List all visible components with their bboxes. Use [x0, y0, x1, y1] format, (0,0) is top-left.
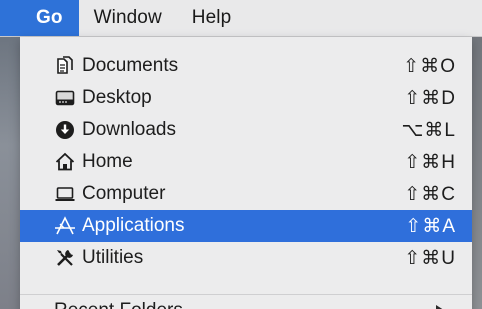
shortcut-label: ⇧⌘A	[405, 215, 456, 237]
documents-icon	[54, 55, 76, 77]
shortcut-label: ⇧⌘U	[404, 247, 456, 269]
menu-help[interactable]: Help	[177, 0, 246, 36]
menu-item-desktop[interactable]: Desktop ⇧⌘D	[20, 82, 472, 114]
downloads-icon	[54, 119, 76, 141]
computer-icon	[54, 183, 76, 205]
applications-icon	[54, 215, 76, 237]
screen: Go Window Help Documents ⇧⌘O Desktop ⇧⌘D…	[0, 0, 482, 309]
menu-window[interactable]: Window	[79, 0, 177, 36]
go-menu-dropdown: Documents ⇧⌘O Desktop ⇧⌘D Downloads ⌥⌘L …	[20, 37, 472, 309]
menu-item-utilities[interactable]: Utilities ⇧⌘U	[20, 242, 472, 274]
menu-item-applications[interactable]: Applications ⇧⌘A	[20, 210, 472, 242]
menu-item-computer[interactable]: Computer ⇧⌘C	[20, 178, 472, 210]
desktop-background-right	[472, 36, 482, 309]
menu-item-home[interactable]: Home ⇧⌘H	[20, 146, 472, 178]
submenu-arrow-icon	[436, 305, 447, 309]
desktop-icon	[54, 87, 76, 109]
desktop-background	[0, 36, 20, 309]
menu-separator	[20, 294, 472, 295]
shortcut-label: ⌥⌘L	[401, 119, 456, 141]
shortcut-label: ⇧⌘H	[404, 151, 456, 173]
utilities-icon	[54, 247, 76, 269]
menu-go[interactable]: Go	[0, 0, 79, 36]
menu-bar: Go Window Help	[0, 0, 482, 37]
menu-item-label: Utilities	[82, 247, 144, 268]
menu-item-label: Home	[82, 151, 133, 172]
menu-item-label: Computer	[82, 183, 166, 204]
menu-item-label: Documents	[82, 55, 179, 76]
home-icon	[54, 151, 76, 173]
menu-item-label: Applications	[82, 215, 185, 236]
menu-item-recent-folders[interactable]: Recent Folders	[54, 300, 183, 309]
shortcut-label: ⇧⌘O	[403, 55, 456, 77]
menu-item-downloads[interactable]: Downloads ⌥⌘L	[20, 114, 472, 146]
menu-item-label: Downloads	[82, 119, 176, 140]
menu-item-documents[interactable]: Documents ⇧⌘O	[20, 50, 472, 82]
menu-item-label: Desktop	[82, 87, 152, 108]
shortcut-label: ⇧⌘C	[404, 183, 456, 205]
shortcut-label: ⇧⌘D	[404, 87, 456, 109]
